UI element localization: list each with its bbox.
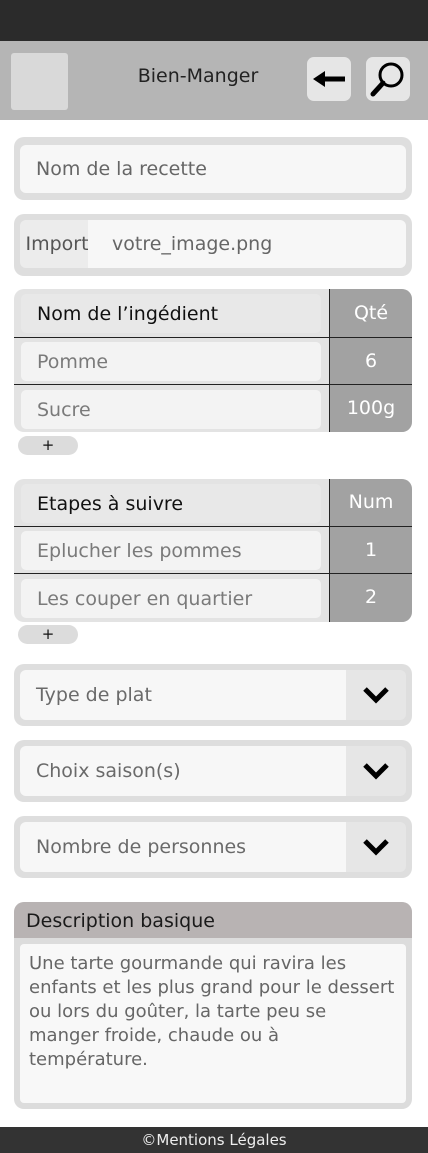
back-button[interactable]	[307, 57, 351, 101]
step-text-field[interactable]: Les couper en quartier	[21, 579, 321, 618]
ingredient-qty-field[interactable]: 100g	[330, 385, 412, 432]
description-title: Description basique	[14, 902, 412, 938]
ingredients-table: Nom de l’ingédient Qté Pomme 6 Sucre 100…	[14, 289, 412, 432]
step-num-field[interactable]: 2	[330, 574, 412, 621]
people-dropdown-button[interactable]	[346, 822, 406, 872]
app-title: Bien-Manger	[137, 65, 259, 87]
image-import-card: Import votre_image.png	[14, 214, 412, 276]
qty-header: Qté	[353, 302, 389, 324]
recipe-name-input[interactable]: Nom de la recette	[20, 145, 406, 193]
season-select[interactable]: Choix saison(s)	[14, 740, 412, 802]
arrow-left-icon	[313, 71, 345, 87]
step-text-field[interactable]: Eplucher les pommes	[21, 531, 321, 570]
recipe-name-card: Nom de la recette	[14, 137, 412, 200]
status-bar	[0, 0, 428, 41]
step-header: Etapes à suivre	[21, 484, 321, 523]
add-step-button[interactable]: +	[18, 625, 78, 644]
step-num-header: Num	[348, 491, 394, 513]
description-card: Description basique Une tarte gourmande …	[14, 902, 412, 1109]
dish-type-value[interactable]: Type de plat	[20, 670, 346, 720]
import-button[interactable]: Import	[20, 220, 94, 268]
ingredient-name-field[interactable]: Sucre	[21, 390, 321, 429]
description-textarea[interactable]: Une tarte gourmande qui ravira les enfan…	[20, 944, 406, 1103]
dish-type-select[interactable]: Type de plat	[14, 664, 412, 726]
chevron-down-icon	[363, 687, 389, 704]
chevron-down-icon	[363, 839, 389, 856]
season-value[interactable]: Choix saison(s)	[20, 746, 346, 796]
magnifier-icon	[370, 62, 404, 97]
people-select[interactable]: Nombre de personnes	[14, 816, 412, 878]
legal-mentions-link[interactable]: ©Mentions Légales	[0, 1127, 428, 1153]
import-filename: votre_image.png	[88, 220, 406, 268]
dish-type-dropdown-button[interactable]	[346, 670, 406, 720]
season-dropdown-button[interactable]	[346, 746, 406, 796]
add-ingredient-button[interactable]: +	[18, 436, 78, 455]
app-header: Bien-Manger	[0, 41, 428, 120]
ingredient-name-header: Nom de l’ingédient	[21, 294, 321, 333]
search-button[interactable]	[366, 57, 410, 101]
chevron-down-icon	[363, 763, 389, 780]
ingredient-qty-field[interactable]: 6	[330, 338, 412, 385]
people-value[interactable]: Nombre de personnes	[20, 822, 346, 872]
step-num-field[interactable]: 1	[330, 527, 412, 574]
steps-table: Etapes à suivre Num Eplucher les pommes …	[14, 479, 412, 622]
ingredient-name-field[interactable]: Pomme	[21, 342, 321, 381]
app-logo	[11, 53, 68, 110]
